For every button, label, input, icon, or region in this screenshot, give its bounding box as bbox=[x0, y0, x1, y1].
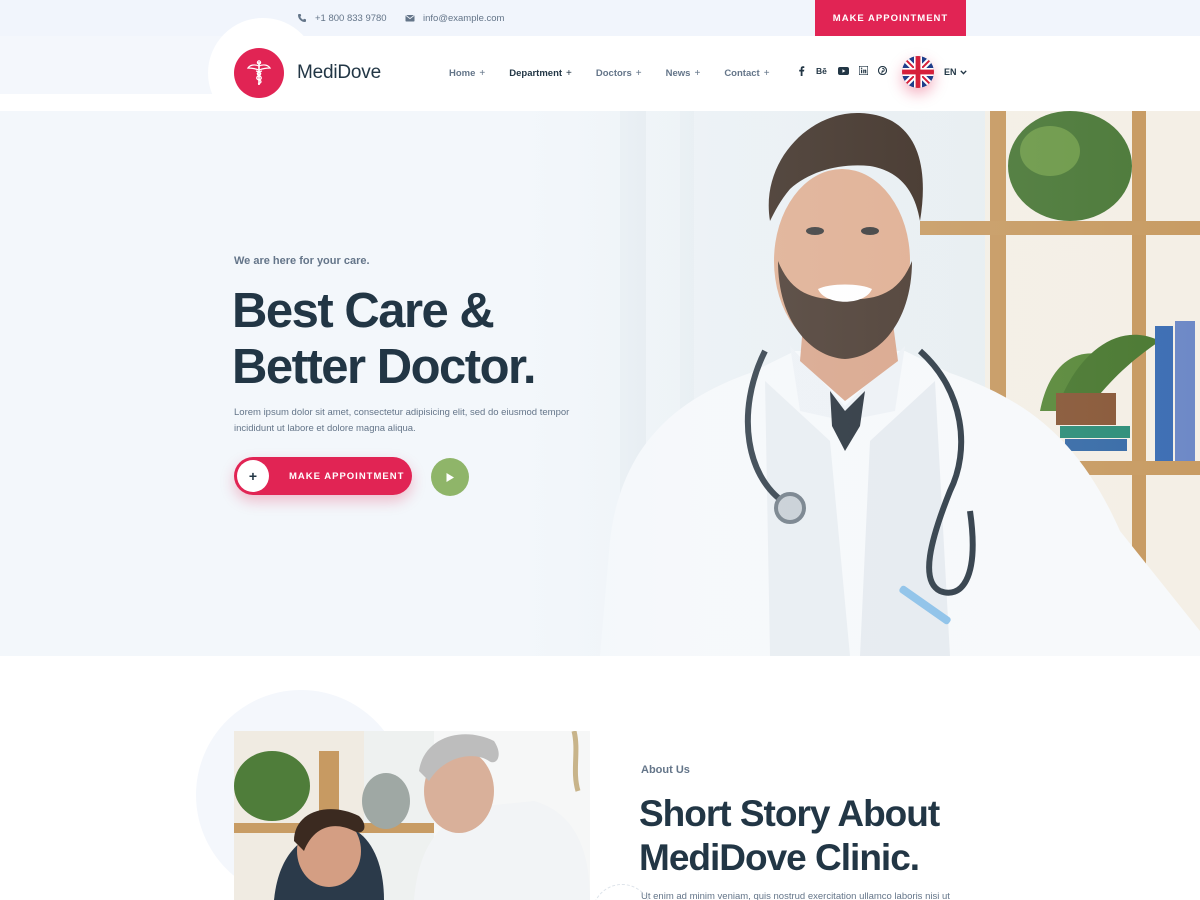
about-section-label: About Us bbox=[641, 764, 690, 776]
about-title: Short Story About MediDove Clinic. bbox=[639, 792, 940, 880]
nav-item-department[interactable]: Department + bbox=[509, 68, 572, 79]
main-navigation: Home + Department + Doctors + News + Contact… bbox=[449, 61, 770, 85]
play-icon bbox=[446, 472, 454, 482]
chevron-down-icon bbox=[959, 69, 967, 75]
pinterest-icon[interactable] bbox=[878, 66, 887, 75]
language-selector[interactable]: EN bbox=[902, 56, 967, 88]
about-doctors-image bbox=[234, 731, 590, 900]
email-address: info@example.com bbox=[423, 12, 505, 24]
hero-headline: Best Care & Better Doctor. bbox=[232, 283, 537, 395]
language-code: EN bbox=[944, 67, 957, 77]
logo-text: MediDove bbox=[297, 62, 381, 83]
youtube-icon[interactable] bbox=[838, 66, 849, 75]
about-title-line-2: MediDove Clinic. bbox=[639, 837, 920, 878]
hero-description: Lorem ipsum dolor sit amet, consectetur … bbox=[234, 407, 570, 434]
nav-item-doctors[interactable]: Doctors + bbox=[596, 68, 642, 79]
hero-section: We are here for your care. Best Care & B… bbox=[0, 111, 1200, 656]
plus-icon: + bbox=[566, 67, 572, 79]
linkedin-icon[interactable] bbox=[859, 66, 868, 75]
plus-icon: + bbox=[237, 460, 269, 492]
top-make-appointment-button[interactable]: MAKE APPOINTMENT bbox=[815, 0, 966, 36]
about-title-line-1: Short Story About bbox=[639, 793, 940, 834]
hero-headline-line-1: Best Care & bbox=[232, 284, 495, 338]
phone-icon bbox=[298, 14, 306, 22]
caduceus-icon bbox=[234, 48, 284, 98]
plus-icon: + bbox=[763, 67, 770, 79]
nav-item-contact[interactable]: Contact + bbox=[724, 68, 769, 79]
uk-flag-icon bbox=[902, 56, 934, 88]
plus-icon: + bbox=[694, 67, 701, 79]
plus-icon: + bbox=[479, 67, 486, 79]
hero-button-label: MAKE APPOINTMENT bbox=[289, 470, 405, 482]
envelope-icon bbox=[405, 15, 415, 22]
hero-tagline: We are here for your care. bbox=[234, 255, 370, 267]
phone-number: +1 800 833 9780 bbox=[315, 12, 387, 24]
hero-make-appointment-button[interactable]: + MAKE APPOINTMENT bbox=[234, 457, 412, 495]
top-bar: +1 800 833 9780 info@example.com MAKE AP… bbox=[0, 0, 1200, 36]
social-links: Bē bbox=[797, 65, 887, 76]
video-play-button[interactable] bbox=[431, 458, 469, 496]
site-logo[interactable]: MediDove bbox=[234, 48, 381, 98]
plus-icon: + bbox=[635, 67, 642, 79]
nav-item-home[interactable]: Home + bbox=[449, 68, 485, 79]
doctor-hero-image bbox=[520, 111, 1200, 656]
facebook-icon[interactable] bbox=[797, 65, 806, 76]
email-contact[interactable]: info@example.com bbox=[405, 0, 504, 36]
behance-icon[interactable]: Bē bbox=[816, 66, 828, 75]
phone-contact[interactable]: +1 800 833 9780 bbox=[297, 0, 387, 36]
about-text: Ut enim ad minim veniam, quis nostrud ex… bbox=[641, 891, 950, 900]
svg-text:Bē: Bē bbox=[816, 66, 827, 75]
hero-headline-line-2: Better Doctor. bbox=[232, 340, 537, 394]
nav-item-news[interactable]: News + bbox=[666, 68, 701, 79]
